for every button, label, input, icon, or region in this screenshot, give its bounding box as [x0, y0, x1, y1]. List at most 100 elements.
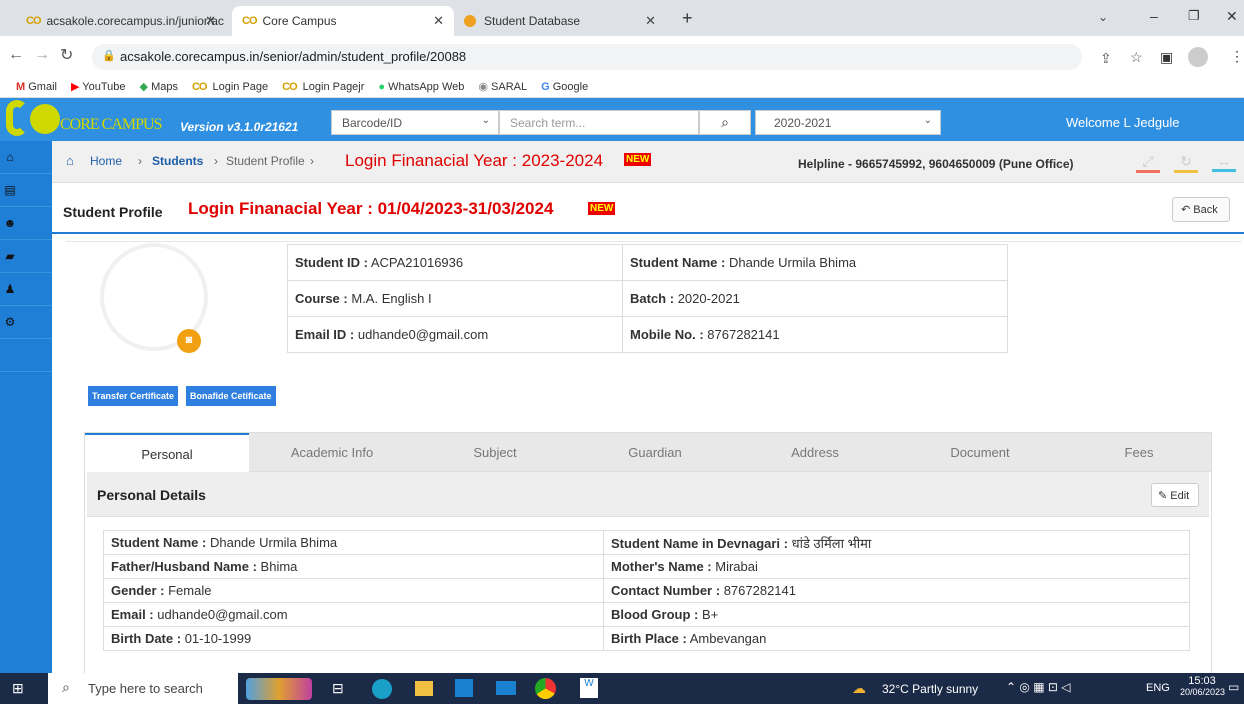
logo-text: CORE CAMPUS	[60, 116, 162, 133]
forward-arrow-icon[interactable]: →	[34, 46, 50, 64]
browser-tab-3[interactable]: Student Database ✕	[454, 6, 666, 36]
task-view-icon[interactable]: ⊟	[332, 680, 344, 697]
bookmark-login-page[interactable]: CO Login Page	[192, 81, 268, 93]
new-tab-icon[interactable]: +	[682, 8, 693, 29]
transfer-certificate-button[interactable]: Transfer Certificate	[88, 386, 179, 406]
notification-icon[interactable]: ▭	[1228, 680, 1239, 694]
tab-fees[interactable]: Fees	[1065, 433, 1213, 473]
sidepanel-icon[interactable]: ▣	[1160, 49, 1173, 66]
sidebar-book-icon[interactable]: ▰	[0, 240, 52, 273]
store-icon[interactable]	[455, 679, 473, 697]
url-field[interactable]: 🔒 acsakole.corecampus.in/senior/admin/st…	[92, 44, 1082, 70]
sidebar-users-icon[interactable]: ☻	[0, 207, 52, 240]
database-favicon-icon	[464, 15, 476, 27]
chevron-down-icon: ⌄	[923, 115, 932, 126]
breadcrumb-home[interactable]: Home	[90, 154, 122, 168]
star-icon[interactable]: ☆	[1130, 49, 1143, 66]
whatsapp-icon: ●	[378, 80, 386, 93]
restore-icon[interactable]: ❐	[1188, 8, 1200, 24]
bonafide-certificate-button[interactable]: Bonafide Cetificate	[186, 386, 276, 406]
search-icon: ⌕	[62, 679, 70, 695]
expand-icon[interactable]: ↔	[1212, 153, 1236, 172]
tab-personal[interactable]: Personal	[85, 433, 249, 473]
edge-icon[interactable]	[372, 679, 392, 699]
logo-o-icon	[30, 104, 60, 134]
fullscreen-icon[interactable]: ⤢	[1136, 153, 1160, 173]
welcome-text[interactable]: Welcome L Jedgule	[1066, 115, 1179, 130]
back-arrow-icon[interactable]: ←	[8, 46, 24, 64]
saral-icon: ◉	[478, 81, 488, 93]
google-icon: G	[541, 80, 550, 93]
close-icon[interactable]: ✕	[645, 13, 656, 29]
breadcrumb-separator: ›	[214, 154, 218, 168]
sidebar-settings-icon[interactable]: ⚙	[0, 306, 52, 339]
profile-avatar-icon[interactable]	[1188, 47, 1208, 67]
minimize-icon[interactable]: –	[1150, 8, 1158, 24]
page-title: Student Profile	[63, 204, 163, 220]
tab-guardian[interactable]: Guardian	[575, 433, 735, 473]
new-badge-icon: NEW	[588, 202, 616, 215]
bookmark-gmail[interactable]: M Gmail	[16, 81, 57, 93]
profile-tabs: Personal Academic Info Subject Guardian …	[84, 432, 1213, 473]
sidebar-user-icon[interactable]: ♟	[0, 273, 52, 306]
tab-academic-info[interactable]: Academic Info	[249, 433, 415, 473]
maps-icon: ◆	[139, 81, 148, 93]
chevron-down-icon: ⌄	[481, 115, 490, 126]
chevron-down-icon[interactable]: ⌄	[1098, 10, 1108, 24]
clock[interactable]: 15:03 20/06/2023	[1180, 675, 1225, 697]
refresh-icon[interactable]: ↻	[1174, 153, 1198, 173]
chrome-icon[interactable]	[535, 678, 556, 699]
search-icon[interactable]: ⌕	[699, 110, 751, 135]
lock-icon: 🔒	[102, 50, 116, 62]
bookmark-login-pagejr[interactable]: CO Login Pagejr	[282, 81, 364, 93]
close-icon[interactable]: ✕	[205, 13, 216, 29]
bookmark-whatsapp[interactable]: ● WhatsApp Web	[378, 81, 464, 93]
barcode-select[interactable]: Barcode/ID ⌄	[331, 110, 499, 135]
camera-icon[interactable]: ◙	[177, 329, 201, 353]
year-select[interactable]: 2020-2021 ⌄	[755, 110, 941, 135]
browser-tab-2[interactable]: CO Core Campus ✕	[232, 6, 454, 36]
corecampus-favicon: CO	[26, 15, 41, 27]
bookmarks-bar: M Gmail ▶ YouTube ◆ Maps CO Login Page CO…	[0, 76, 1244, 98]
divider	[66, 241, 1242, 242]
breadcrumb-separator: ›	[310, 154, 314, 168]
version-label: Version v3.1.0r21621	[180, 120, 299, 134]
word-icon[interactable]: W	[580, 678, 598, 698]
back-button[interactable]: ↶ Back	[1172, 197, 1230, 222]
windows-start-icon[interactable]: ⊞	[12, 680, 24, 697]
breadcrumb-students[interactable]: Students	[152, 154, 203, 168]
close-icon[interactable]: ✕	[433, 13, 444, 29]
window-close-icon[interactable]: ✕	[1226, 8, 1238, 25]
main-content: Student Profile Login Finanacial Year : …	[52, 183, 1244, 673]
bookmark-maps[interactable]: ◆ Maps	[140, 80, 178, 93]
sidebar-document-icon[interactable]: ▤	[0, 174, 52, 207]
logo-c-icon	[6, 100, 28, 136]
breadcrumb-profile: Student Profile	[226, 154, 305, 168]
weather-text[interactable]: 32°C Partly sunny	[882, 682, 978, 696]
browser-tab-1[interactable]: CO acsakole.corecampus.in/junior/ac ✕	[16, 6, 226, 36]
tray-icons[interactable]: ⌃ ◎ ▦ ⊡ ◁	[1006, 680, 1070, 694]
divider	[52, 232, 1244, 234]
language-indicator[interactable]: ENG	[1146, 682, 1170, 694]
tab-address[interactable]: Address	[735, 433, 895, 473]
tab-subject[interactable]: Subject	[415, 433, 575, 473]
breadcrumb-separator: ›	[138, 154, 142, 168]
share-icon[interactable]: ⇪	[1100, 50, 1112, 67]
personal-details-panel: Personal Details ✎ Edit Student Name : D…	[84, 472, 1212, 673]
bookmark-saral[interactable]: ◉ SARAL	[478, 80, 527, 93]
pencil-icon: ✎	[1158, 490, 1168, 502]
table-row: Gender : Female Contact Number : 87672821…	[103, 578, 1190, 603]
taskbar-search-input[interactable]: ⌕ Type here to search	[48, 673, 238, 704]
sidebar-empty-item[interactable]	[0, 339, 52, 372]
bookmark-google[interactable]: G Google	[541, 81, 588, 93]
more-menu-icon[interactable]: ⋮	[1230, 48, 1244, 65]
tab-document[interactable]: Document	[895, 433, 1065, 473]
reload-icon[interactable]: ↻	[60, 45, 73, 65]
sidebar-home-icon[interactable]: ⌂	[0, 141, 52, 174]
bookmark-youtube[interactable]: ▶ YouTube	[71, 80, 126, 93]
financial-year-banner: Login Finanacial Year : 2023-2024	[345, 151, 604, 170]
search-input[interactable]: Search term...	[499, 110, 699, 135]
mail-icon[interactable]	[496, 681, 516, 695]
edit-button[interactable]: ✎ Edit	[1151, 483, 1199, 507]
file-explorer-icon[interactable]	[415, 681, 433, 696]
